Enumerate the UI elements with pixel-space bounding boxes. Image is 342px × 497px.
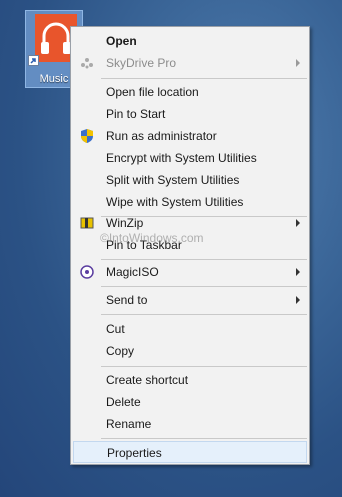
submenu-arrow-icon [296,219,300,227]
menu-item-open-label: Open [106,34,137,48]
menu-separator [101,259,307,260]
menu-item-encrypt[interactable]: Encrypt with System Utilities [73,147,307,169]
menu-item-encrypt-label: Encrypt with System Utilities [106,151,257,165]
menu-item-send-to[interactable]: Send to [73,289,307,311]
menu-item-cut[interactable]: Cut [73,318,307,340]
menu-item-split-label: Split with System Utilities [106,173,240,187]
menu-item-split[interactable]: Split with System Utilities [73,169,307,191]
menu-separator [101,78,307,79]
menu-item-open[interactable]: Open [73,30,307,52]
menu-item-create-shortcut[interactable]: Create shortcut [73,369,307,391]
menu-item-wipe-label: Wipe with System Utilities [106,195,244,209]
winzip-icon [79,215,95,231]
menu-item-cut-label: Cut [106,322,125,336]
menu-item-send-to-label: Send to [106,293,148,307]
menu-item-properties[interactable]: Properties [73,441,307,463]
menu-item-magiciso-label: MagicISO [106,265,159,279]
submenu-arrow-icon [296,296,300,304]
magiciso-icon [79,264,95,280]
watermark: ©IntoWindows.com [100,231,204,245]
menu-item-skydrive-pro[interactable]: SkyDrive Pro [73,52,307,74]
context-menu: Open SkyDrive Pro Open file location Pin… [70,26,310,465]
menu-separator [101,314,307,315]
menu-item-pin-to-start-label: Pin to Start [106,107,166,121]
menu-item-copy-label: Copy [106,344,135,358]
menu-item-skydrive-pro-label: SkyDrive Pro [106,56,177,70]
menu-item-open-file-location-label: Open file location [106,85,199,99]
menu-item-create-shortcut-label: Create shortcut [106,373,189,387]
menu-item-pin-to-start[interactable]: Pin to Start [73,103,307,125]
shortcut-arrow-icon [28,55,39,66]
uac-shield-icon [79,128,95,144]
menu-item-run-as-administrator-label: Run as administrator [106,129,217,143]
menu-item-rename-label: Rename [106,417,152,431]
menu-separator [101,366,307,367]
menu-item-open-file-location[interactable]: Open file location [73,81,307,103]
menu-item-properties-label: Properties [107,446,162,460]
menu-item-delete-label: Delete [106,395,141,409]
menu-item-magiciso[interactable]: MagicISO [73,261,307,283]
menu-separator [101,286,307,287]
menu-item-rename[interactable]: Rename [73,413,307,435]
menu-separator [101,438,307,439]
menu-item-wipe[interactable]: Wipe with System Utilities [73,191,307,213]
skydrive-icon [79,55,95,71]
menu-item-run-as-administrator[interactable]: Run as administrator [73,125,307,147]
submenu-arrow-icon [296,268,300,276]
menu-item-copy[interactable]: Copy [73,340,307,362]
menu-item-delete[interactable]: Delete [73,391,307,413]
menu-item-winzip-label: WinZip [106,216,144,230]
submenu-arrow-icon [296,59,300,67]
